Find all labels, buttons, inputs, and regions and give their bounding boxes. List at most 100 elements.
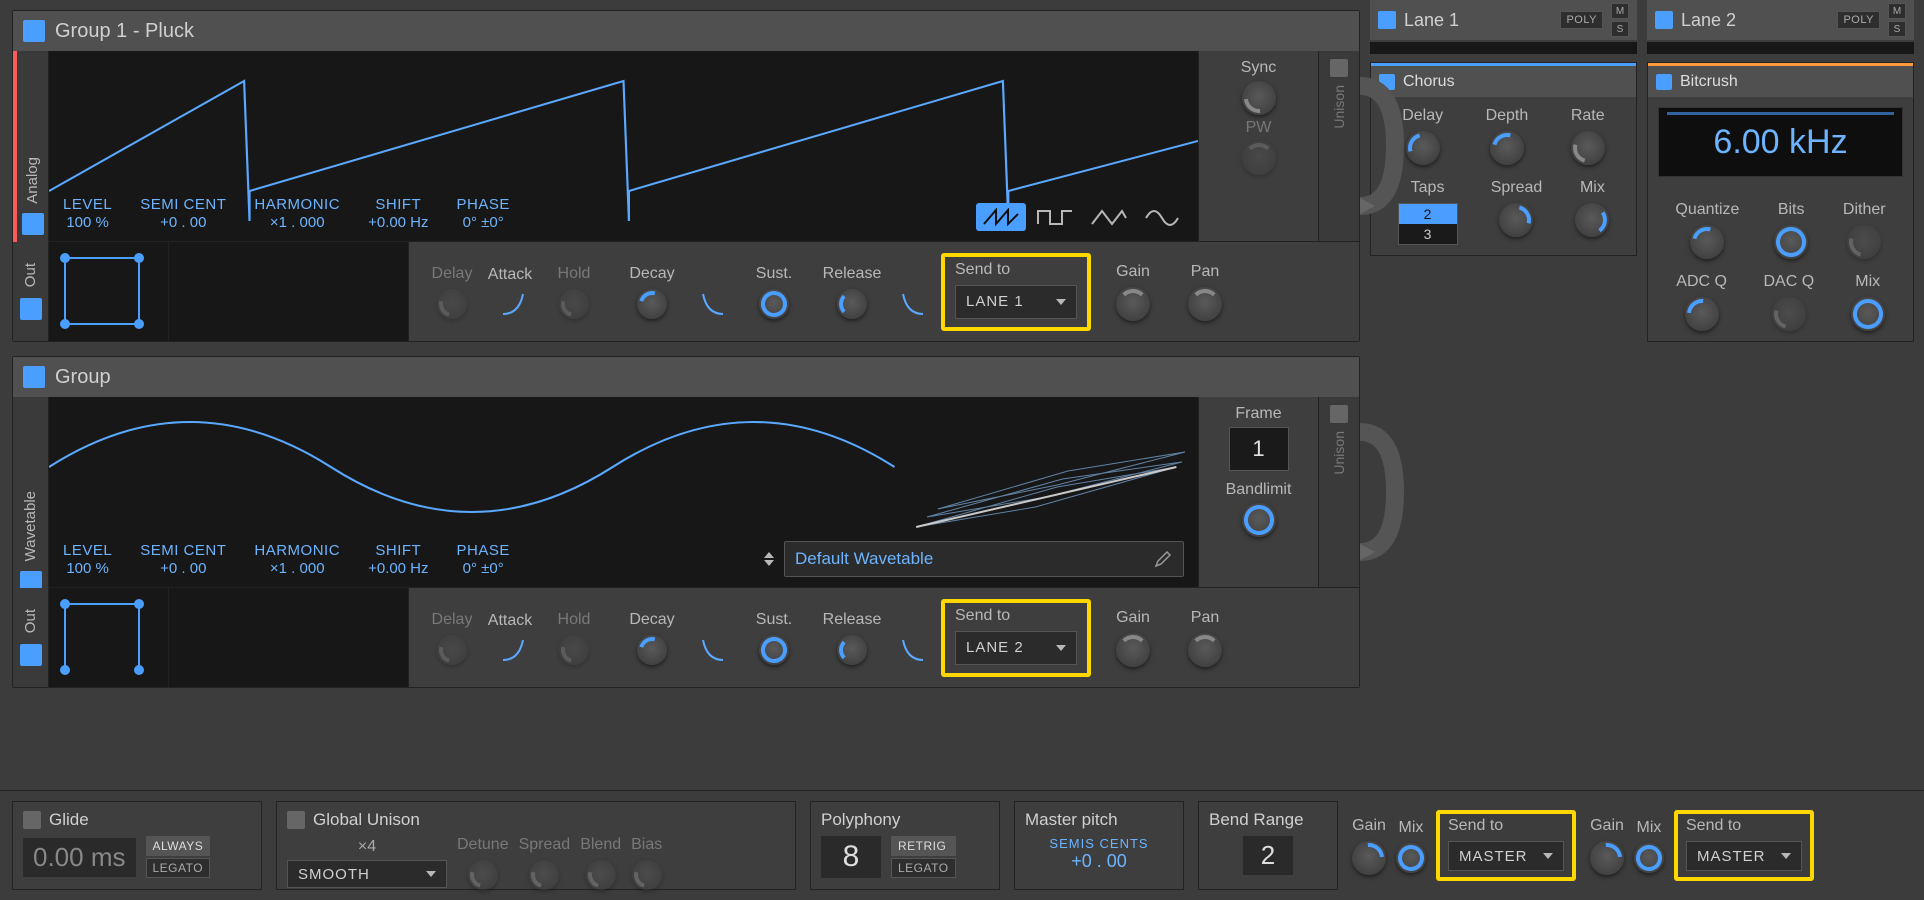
bandlimit-knob[interactable] xyxy=(1242,503,1276,537)
group-2: Group Wavetable xyxy=(12,356,1360,688)
chorus-depth-knob[interactable] xyxy=(1490,131,1524,165)
wavetable-name-field[interactable]: Default Wavetable xyxy=(784,541,1184,577)
unison-mode-dropdown[interactable]: SMOOTH xyxy=(287,860,447,888)
decay-knob[interactable] xyxy=(637,635,667,665)
bend-range-value[interactable]: 2 xyxy=(1243,836,1293,875)
solo-button[interactable]: S xyxy=(1611,21,1629,37)
unison-spread-knob[interactable] xyxy=(529,860,559,890)
pan-knob[interactable] xyxy=(1188,633,1222,667)
group-enable-toggle[interactable] xyxy=(23,20,45,42)
bitcrush-mix-knob[interactable] xyxy=(1851,297,1885,331)
waveform-display[interactable]: LEVEL100 % SEMI CENT+0 . 00 HARMONIC×1 .… xyxy=(49,397,1199,587)
lane-gain-knob[interactable] xyxy=(1352,841,1386,875)
fx-header[interactable]: Bitcrush xyxy=(1648,63,1913,97)
chorus-spread-knob[interactable] xyxy=(1499,203,1533,237)
out-enable-toggle[interactable] xyxy=(20,298,42,320)
unison-toggle[interactable] xyxy=(1330,405,1348,423)
mute-button[interactable]: M xyxy=(1611,3,1629,19)
waveshape-triangle[interactable] xyxy=(1084,203,1134,231)
polyphony-value[interactable]: 8 xyxy=(821,836,881,878)
group-header[interactable]: Group xyxy=(13,357,1359,397)
pencil-icon xyxy=(1153,549,1173,569)
unison-blend-knob[interactable] xyxy=(586,860,616,890)
route-arrow-icon xyxy=(1355,76,1405,216)
poly-tag[interactable]: POLY xyxy=(1837,11,1880,29)
hold-knob[interactable] xyxy=(559,289,589,319)
unison-mult[interactable]: ×4 xyxy=(287,838,447,856)
envelope-mini[interactable] xyxy=(49,588,169,687)
release-curve[interactable] xyxy=(899,290,927,318)
out-tab[interactable]: Out xyxy=(13,242,49,341)
global-unison-toggle[interactable] xyxy=(287,811,305,829)
unison-detune-knob[interactable] xyxy=(468,860,498,890)
out-enable-toggle[interactable] xyxy=(20,644,42,666)
decay-knob[interactable] xyxy=(637,289,667,319)
fx-header[interactable]: Chorus xyxy=(1371,63,1636,97)
release-knob[interactable] xyxy=(837,635,867,665)
chorus-rate-knob[interactable] xyxy=(1571,131,1605,165)
sustain-knob[interactable] xyxy=(759,635,789,665)
lane-enable-toggle[interactable] xyxy=(1378,11,1396,29)
lane-mix-knob[interactable] xyxy=(1634,843,1664,873)
sync-knob[interactable] xyxy=(1242,81,1276,115)
chorus-delay-knob[interactable] xyxy=(1406,131,1440,165)
lane-gain-knob[interactable] xyxy=(1590,841,1624,875)
glide-toggle[interactable] xyxy=(23,811,41,829)
glide-always[interactable]: ALWAYS xyxy=(146,836,211,856)
mute-button[interactable]: M xyxy=(1888,3,1906,19)
fx-enable-toggle[interactable] xyxy=(1656,74,1672,90)
waveform-display[interactable]: LEVEL100 % SEMI CENT+0 . 00 HARMONIC×1 .… xyxy=(49,51,1199,241)
glide-value[interactable]: 0.00 ms xyxy=(23,838,136,877)
attack-curve[interactable] xyxy=(499,636,527,664)
lane-send-dropdown[interactable]: MASTER xyxy=(1448,841,1564,871)
glide-legato[interactable]: LEGATO xyxy=(146,858,211,878)
unison-bias-knob[interactable] xyxy=(632,860,662,890)
hold-knob[interactable] xyxy=(559,635,589,665)
gain-knob[interactable] xyxy=(1116,287,1150,321)
release-knob[interactable] xyxy=(837,289,867,319)
unison-toggle[interactable] xyxy=(1330,59,1348,77)
gain-knob[interactable] xyxy=(1116,633,1150,667)
master-pitch-value[interactable]: +0 . 00 xyxy=(1025,851,1173,872)
osc-enable-toggle[interactable] xyxy=(22,213,44,235)
poly-retrig[interactable]: RETRIG xyxy=(891,836,956,856)
decay-curve[interactable] xyxy=(699,290,727,318)
bitcrush-lcd[interactable]: 6.00 kHz xyxy=(1658,107,1903,177)
send-to-dropdown[interactable]: LANE 1 xyxy=(955,285,1077,319)
poly-tag[interactable]: POLY xyxy=(1560,11,1603,29)
pan-knob[interactable] xyxy=(1188,287,1222,321)
bend-range-panel: Bend Range 2 xyxy=(1198,801,1338,890)
waveshape-saw[interactable] xyxy=(976,203,1026,231)
lane-mix-knob[interactable] xyxy=(1396,843,1426,873)
group-header[interactable]: Group 1 - Pluck xyxy=(13,11,1359,51)
pw-knob[interactable] xyxy=(1242,141,1276,175)
taps-list[interactable]: 2 3 xyxy=(1398,203,1458,245)
quantize-knob[interactable] xyxy=(1690,225,1724,259)
poly-legato[interactable]: LEGATO xyxy=(891,858,956,878)
bits-knob[interactable] xyxy=(1774,225,1808,259)
sustain-knob[interactable] xyxy=(759,289,789,319)
out-tab[interactable]: Out xyxy=(13,588,49,687)
waveshape-pulse[interactable] xyxy=(1030,203,1080,231)
lane-header[interactable]: Lane 1 POLY MS xyxy=(1370,0,1637,40)
delay-knob[interactable] xyxy=(437,289,467,319)
dacq-knob[interactable] xyxy=(1772,297,1806,331)
solo-button[interactable]: S xyxy=(1888,21,1906,37)
envelope-mini[interactable] xyxy=(49,242,169,341)
lane-send-dropdown[interactable]: MASTER xyxy=(1686,841,1802,871)
release-curve[interactable] xyxy=(899,636,927,664)
dither-knob[interactable] xyxy=(1847,225,1881,259)
decay-curve[interactable] xyxy=(699,636,727,664)
frame-value[interactable]: 1 xyxy=(1229,427,1289,471)
attack-curve[interactable] xyxy=(499,290,527,318)
lane-enable-toggle[interactable] xyxy=(1655,11,1673,29)
lane-2-output: Gain Mix Send to MASTER xyxy=(1590,801,1814,890)
adcq-knob[interactable] xyxy=(1685,297,1719,331)
delay-knob[interactable] xyxy=(437,635,467,665)
chorus-mix-knob[interactable] xyxy=(1575,203,1609,237)
lane-header[interactable]: Lane 2 POLY MS xyxy=(1647,0,1914,40)
group-enable-toggle[interactable] xyxy=(23,366,45,388)
send-to-dropdown[interactable]: LANE 2 xyxy=(955,631,1077,665)
wavetable-stepper[interactable] xyxy=(764,552,774,566)
waveshape-sine[interactable] xyxy=(1138,203,1188,231)
